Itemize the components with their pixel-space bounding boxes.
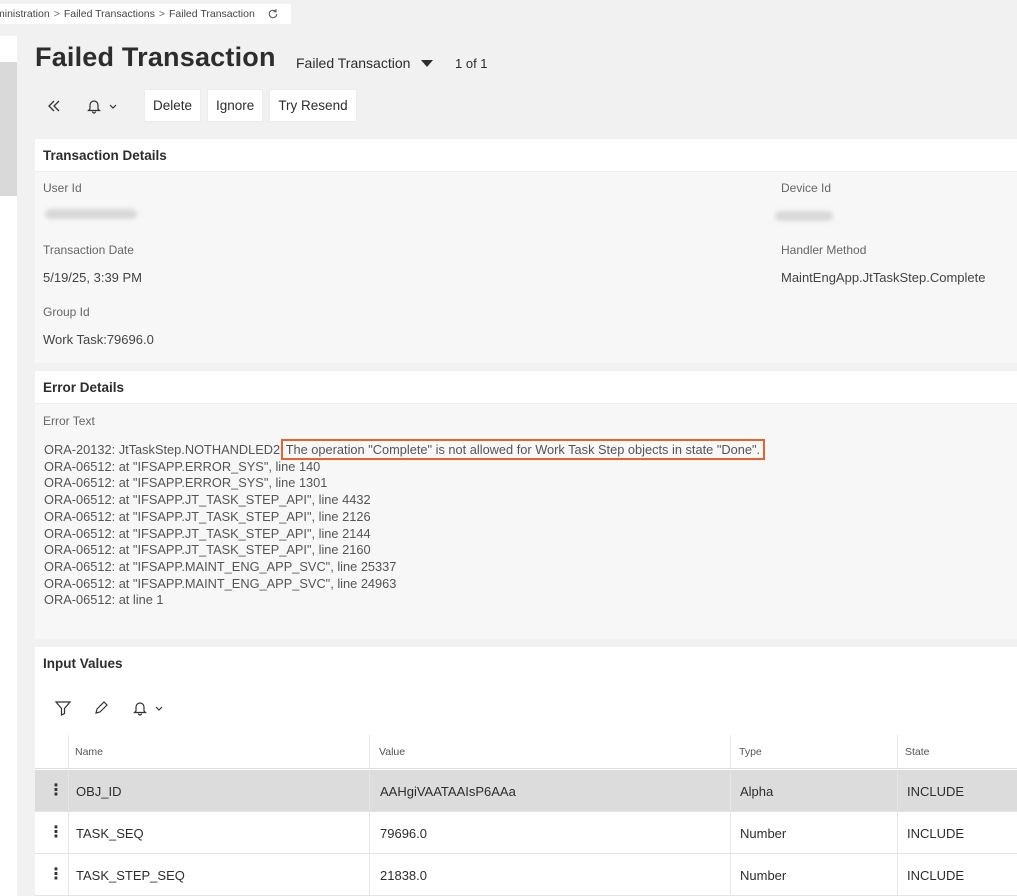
refresh-icon[interactable] <box>267 8 279 20</box>
table-row[interactable]: ⋮ OBJ_ID AAHgiVAATAAIsP6AAa Alpha INCLUD… <box>35 770 1017 812</box>
bell-icon <box>87 99 101 114</box>
cell-value: 21838.0 <box>380 868 427 883</box>
kebab-menu-icon[interactable]: ⋮ <box>48 822 64 842</box>
chevron-down-icon <box>109 104 117 109</box>
cell-type: Number <box>740 868 787 883</box>
try-resend-button[interactable]: Try Resend <box>269 89 357 122</box>
record-count: 1 of 1 <box>455 56 488 71</box>
cell-value: 79696.0 <box>380 826 427 841</box>
handler-method-value: MaintEngApp.JtTaskStep.Complete <box>781 270 986 285</box>
page-title: Failed Transaction <box>35 42 276 72</box>
transaction-details-header: Transaction Details <box>35 139 1017 172</box>
cell-name: OBJ_ID <box>76 784 122 799</box>
cell-name: TASK_STEP_SEQ <box>76 868 185 883</box>
column-header-value[interactable]: Value <box>379 746 405 758</box>
error-message-highlight: The operation "Complete" is not allowed … <box>280 439 766 460</box>
breadcrumb-item-administration[interactable]: ministration <box>0 8 50 20</box>
handler-method-label: Handler Method <box>781 243 867 257</box>
grid-notifications-button[interactable] <box>128 697 168 719</box>
breadcrumb-separator: > <box>53 8 60 20</box>
user-id-value-redacted <box>45 209 137 219</box>
cell-value: AAHgiVAATAAIsP6AAa <box>380 784 516 799</box>
error-line: ORA-06512: at "IFSAPP.MAINT_ENG_APP_SVC"… <box>44 558 397 574</box>
grid-column-headers: Name Value Type State <box>35 735 1017 769</box>
error-line-prefix: ORA-20132: JtTaskStep.NOTHANDLED2: <box>44 442 284 457</box>
delete-button[interactable]: Delete <box>144 89 202 122</box>
breadcrumb-separator: > <box>158 8 166 20</box>
error-line: ORA-06512: at "IFSAPP.ERROR_SYS", line 1… <box>44 475 328 491</box>
device-id-label: Device Id <box>781 181 832 195</box>
ignore-button[interactable]: Ignore <box>207 89 264 122</box>
chevron-down-icon <box>155 706 163 711</box>
transaction-date-value: 5/19/25, 3:39 PM <box>43 270 143 285</box>
breadcrumb-item-failed-transactions[interactable]: Failed Transactions <box>64 8 155 20</box>
error-text-label: Error Text <box>43 414 95 428</box>
kebab-menu-icon[interactable]: ⋮ <box>48 864 64 884</box>
record-selector-dropdown[interactable]: Failed Transaction <box>296 55 434 71</box>
command-toolbar: Delete Ignore Try Resend <box>40 89 363 122</box>
cell-type: Alpha <box>740 784 774 799</box>
record-selector-label: Failed Transaction <box>296 55 411 71</box>
breadcrumb-item-failed-transaction[interactable]: Failed Transaction <box>169 8 255 20</box>
transaction-date-label: Transaction Date <box>43 243 134 257</box>
notifications-menu-button[interactable] <box>82 92 122 120</box>
error-text-value: ORA-20132: JtTaskStep.NOTHANDLED2: The op… <box>44 439 1004 609</box>
transaction-details-panel: Transaction Details User Id Device Id Tr… <box>35 139 1017 363</box>
group-id-value: Work Task:79696.0 <box>43 332 154 347</box>
error-details-panel: Error Details Error Text ORA-20132: JtTa… <box>35 371 1017 639</box>
left-navigation-rail <box>0 36 17 896</box>
column-header-type[interactable]: Type <box>739 746 762 758</box>
kebab-menu-icon[interactable]: ⋮ <box>48 780 64 800</box>
double-chevron-left-icon[interactable] <box>40 92 68 120</box>
user-id-label: User Id <box>43 181 82 195</box>
error-line: ORA-06512: at "IFSAPP.JT_TASK_STEP_API",… <box>44 492 371 508</box>
column-header-state[interactable]: State <box>905 746 930 758</box>
cell-state: INCLUDE <box>907 826 965 841</box>
rail-scroll-handle[interactable] <box>0 62 17 196</box>
table-row[interactable]: ⋮ TASK_STEP_SEQ 21838.0 Number INCLUDE <box>35 854 1017 896</box>
error-line: ORA-20132: JtTaskStep.NOTHANDLED2: The op… <box>44 439 1004 460</box>
input-values-header: Input Values <box>35 647 1017 680</box>
cell-type: Number <box>740 826 787 841</box>
error-line: ORA-06512: at "IFSAPP.JT_TASK_STEP_API",… <box>44 542 371 558</box>
grid-toolbar <box>35 680 1017 735</box>
error-details-header: Error Details <box>35 371 1017 404</box>
pencil-icon[interactable] <box>90 697 112 719</box>
group-id-label: Group Id <box>43 305 90 319</box>
table-row[interactable]: ⋮ TASK_SEQ 79696.0 Number INCLUDE <box>35 812 1017 854</box>
error-line: ORA-06512: at "IFSAPP.ERROR_SYS", line 1… <box>44 458 321 474</box>
device-id-value-redacted <box>775 211 833 221</box>
input-values-panel: Input Values Name Value Type State ⋮ OBJ… <box>35 647 1017 896</box>
cell-state: INCLUDE <box>907 868 965 883</box>
caret-down-icon <box>421 59 434 67</box>
error-line: ORA-06512: at "IFSAPP.JT_TASK_STEP_API",… <box>44 525 371 541</box>
error-line: ORA-06512: at "IFSAPP.MAINT_ENG_APP_SVC"… <box>44 575 397 591</box>
error-line: ORA-06512: at line 1 <box>44 592 164 608</box>
error-line: ORA-06512: at "IFSAPP.JT_TASK_STEP_API",… <box>44 508 371 524</box>
filter-icon[interactable] <box>52 697 74 719</box>
bell-icon <box>133 701 147 716</box>
cell-name: TASK_SEQ <box>76 826 144 841</box>
column-header-name[interactable]: Name <box>75 746 103 758</box>
breadcrumb: ministration > Failed Transactions > Fai… <box>0 4 291 24</box>
cell-state: INCLUDE <box>907 784 965 799</box>
